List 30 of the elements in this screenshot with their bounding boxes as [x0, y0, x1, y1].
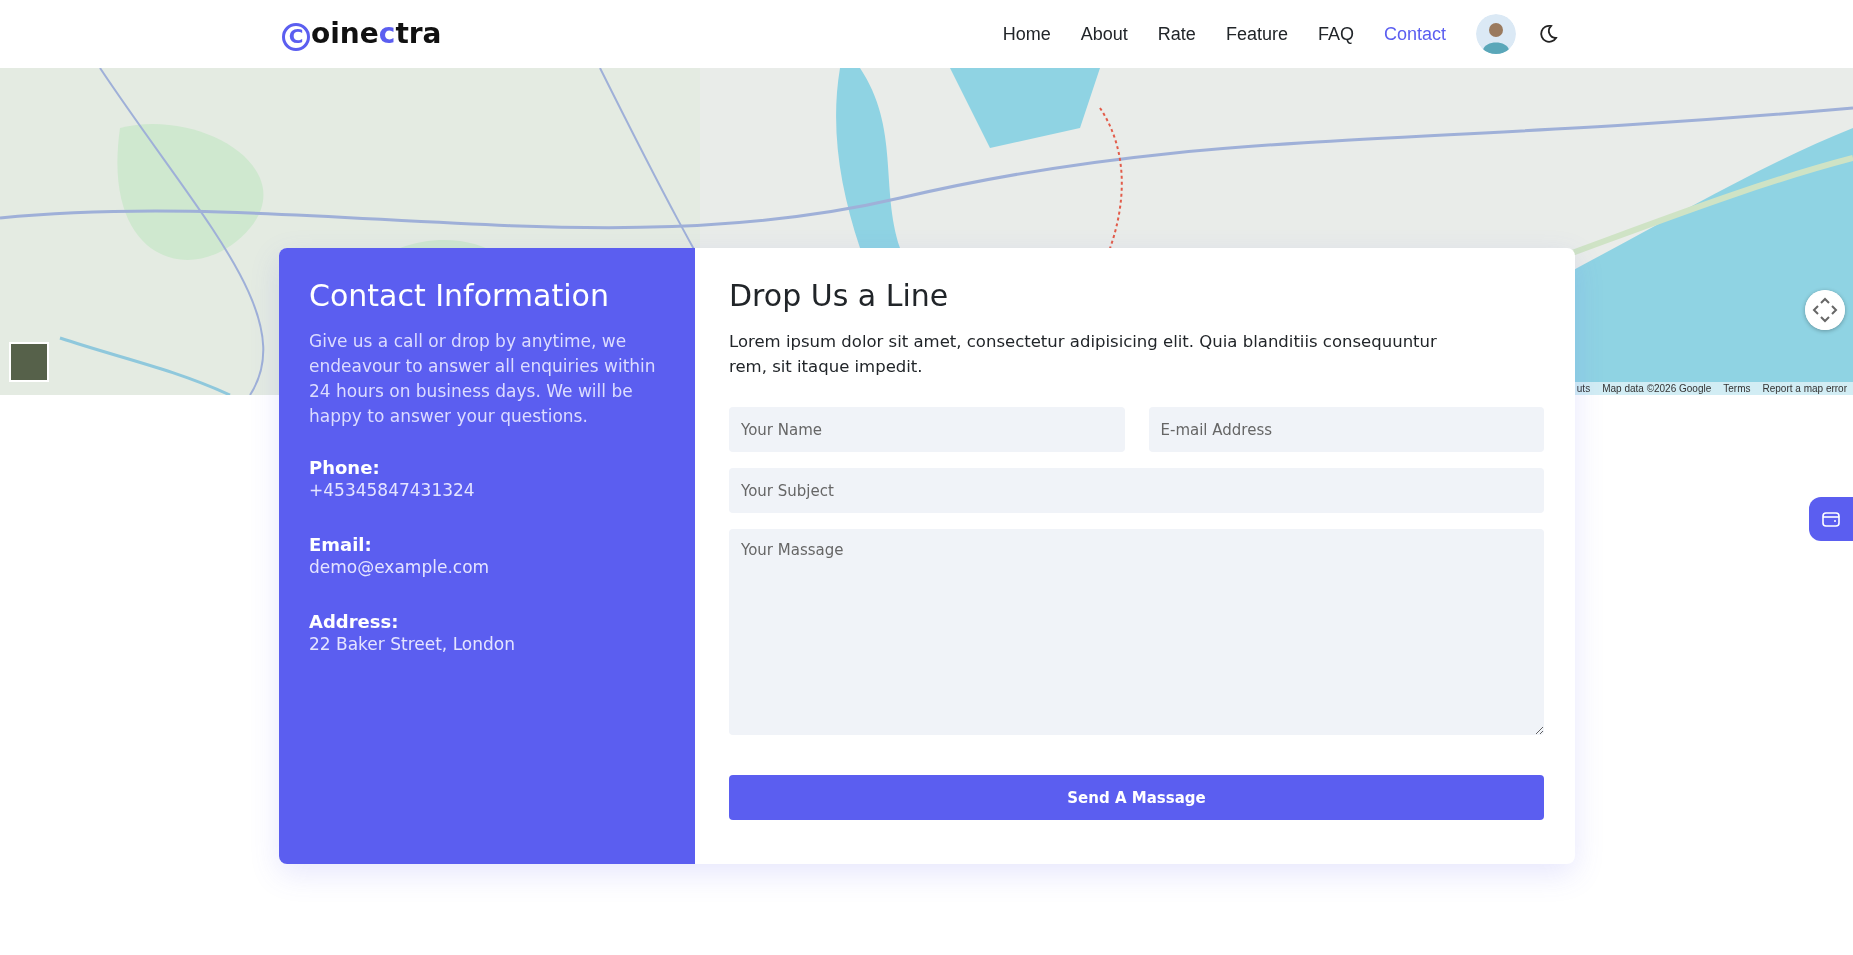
panel-intro: Give us a call or drop by anytime, we endeavour to answer all enquiries within 24 hours on business days. We will be happy to answer your questions. — [309, 330, 657, 428]
nav-link[interactable]: About — [1080, 23, 1128, 45]
nav-link[interactable]: Contact — [1383, 23, 1446, 45]
info-value: 22 Baker Street, London — [309, 634, 515, 654]
send-button[interactable]: Send A Massage — [729, 775, 1544, 820]
email-field[interactable]: E-mail Address — [1148, 407, 1544, 452]
subject-field[interactable]: Your Subject — [729, 468, 1544, 513]
message-field[interactable]: Your Massage — [729, 529, 1544, 735]
avatar-icon[interactable] — [1476, 14, 1516, 54]
wallet-button[interactable] — [1809, 497, 1853, 541]
logo[interactable]: C oinectra — [282, 17, 442, 51]
nav-link[interactable]: Rate — [1157, 23, 1196, 45]
info-label: Email: — [309, 534, 372, 555]
map-attribution-text[interactable]: Terms — [1723, 383, 1751, 394]
info-label: Address: — [309, 611, 399, 632]
panel-title: Contact Information — [309, 278, 610, 313]
map-attribution-text[interactable]: Map data ©2026 Google — [1602, 383, 1712, 394]
info-value: demo@example.com — [309, 557, 490, 577]
wallet-icon — [1821, 509, 1841, 529]
nav-link[interactable]: FAQ — [1317, 23, 1354, 45]
info-label: Phone: — [309, 457, 380, 478]
nav-link[interactable]: Feature — [1225, 23, 1288, 45]
moon-icon[interactable] — [1538, 24, 1558, 44]
map-attribution-text[interactable]: Report a map error — [1762, 383, 1847, 394]
map-attribution-text[interactable]: uts — [1576, 383, 1591, 394]
name-field[interactable]: Your Name — [729, 407, 1125, 452]
form-intro: Lorem ipsum dolor sit amet, consectetur adipisicing elit. Quia blanditiis consequuntur rem, sit itaque impedit. — [729, 331, 1438, 378]
info-value: +45345847431324 — [309, 480, 475, 500]
nav-link[interactable]: Home — [1002, 23, 1051, 45]
form-title: Drop Us a Line — [729, 278, 950, 313]
